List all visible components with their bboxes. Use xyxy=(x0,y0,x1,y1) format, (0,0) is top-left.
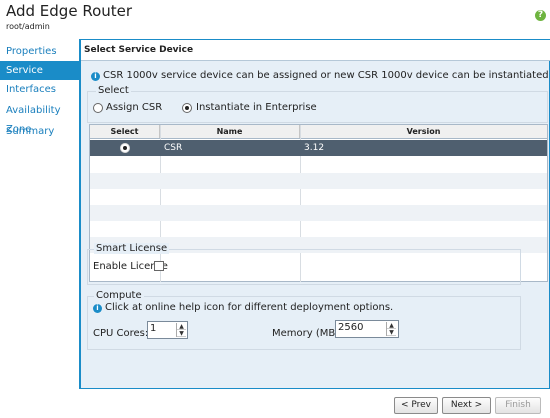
wizard-nav: Properties Service Device Interfaces Ava… xyxy=(0,40,79,388)
page-title: Add Edge Router xyxy=(6,2,133,20)
table-header: Select Name Version xyxy=(90,125,547,139)
cpu-cores-stepper[interactable]: 1 ▲ ▼ xyxy=(147,321,188,339)
nav-item-interfaces[interactable]: Interfaces xyxy=(0,80,79,99)
cpu-cores-stepper-buttons[interactable]: ▲ ▼ xyxy=(176,323,186,337)
column-header-name[interactable]: Name xyxy=(160,125,300,138)
main-panel: Select Service Device i CSR 1000v servic… xyxy=(79,39,550,389)
wizard-footer: < Prev Next > Finish xyxy=(0,389,550,418)
panel-title: Select Service Device xyxy=(81,40,550,61)
assign-csr-label: Assign CSR xyxy=(106,102,163,113)
prev-button[interactable]: < Prev xyxy=(394,397,438,414)
header: Add Edge Router root/admin ? xyxy=(0,0,550,38)
compute-legend: Compute xyxy=(94,290,144,301)
smart-license-legend: Smart License xyxy=(94,243,170,254)
row-version: 3.12 xyxy=(304,143,325,153)
info-icon: i xyxy=(91,72,100,81)
help-icon[interactable]: ? xyxy=(535,10,546,21)
memory-stepper[interactable]: 2560 ▲ ▼ xyxy=(335,320,399,338)
assign-csr-radio[interactable] xyxy=(93,103,103,113)
table-row[interactable]: CSR 3.12 xyxy=(90,140,547,156)
instantiate-enterprise-label: Instantiate in Enterprise xyxy=(196,102,317,113)
table-row-empty xyxy=(90,205,547,221)
increment-icon[interactable]: ▲ xyxy=(177,323,186,330)
cpu-cores-label: CPU Cores: xyxy=(93,328,149,339)
nav-item-availability-zone[interactable]: Availability Zone xyxy=(0,101,79,135)
next-button[interactable]: Next > xyxy=(442,397,491,414)
column-header-select[interactable]: Select xyxy=(90,125,160,138)
select-group-legend: Select xyxy=(96,85,131,96)
enable-license-checkbox[interactable] xyxy=(154,261,164,271)
row-name: CSR xyxy=(164,143,183,153)
nav-item-service-device[interactable]: Service Device xyxy=(0,61,79,95)
decrement-icon[interactable]: ▼ xyxy=(177,330,186,337)
row-select-radio[interactable] xyxy=(120,143,130,153)
compute-info-text: Click at online help icon for different … xyxy=(105,302,394,313)
memory-value: 2560 xyxy=(338,322,364,333)
cpu-cores-value: 1 xyxy=(150,323,157,334)
page-subtitle: root/admin xyxy=(6,22,50,31)
decrement-icon[interactable]: ▼ xyxy=(387,329,396,336)
nav-item-summary[interactable]: Summary xyxy=(0,122,79,141)
nav-item-properties[interactable]: Properties xyxy=(0,42,79,61)
info-text: CSR 1000v service device can be assigned… xyxy=(103,70,549,81)
instantiate-enterprise-radio[interactable] xyxy=(182,103,192,113)
memory-stepper-buttons[interactable]: ▲ ▼ xyxy=(386,322,396,336)
increment-icon[interactable]: ▲ xyxy=(387,322,396,329)
table-row-empty xyxy=(90,173,547,189)
finish-button[interactable]: Finish xyxy=(495,397,541,414)
memory-label: Memory (MB): xyxy=(272,328,343,339)
info-icon: i xyxy=(93,304,102,313)
column-header-version[interactable]: Version xyxy=(300,125,547,138)
